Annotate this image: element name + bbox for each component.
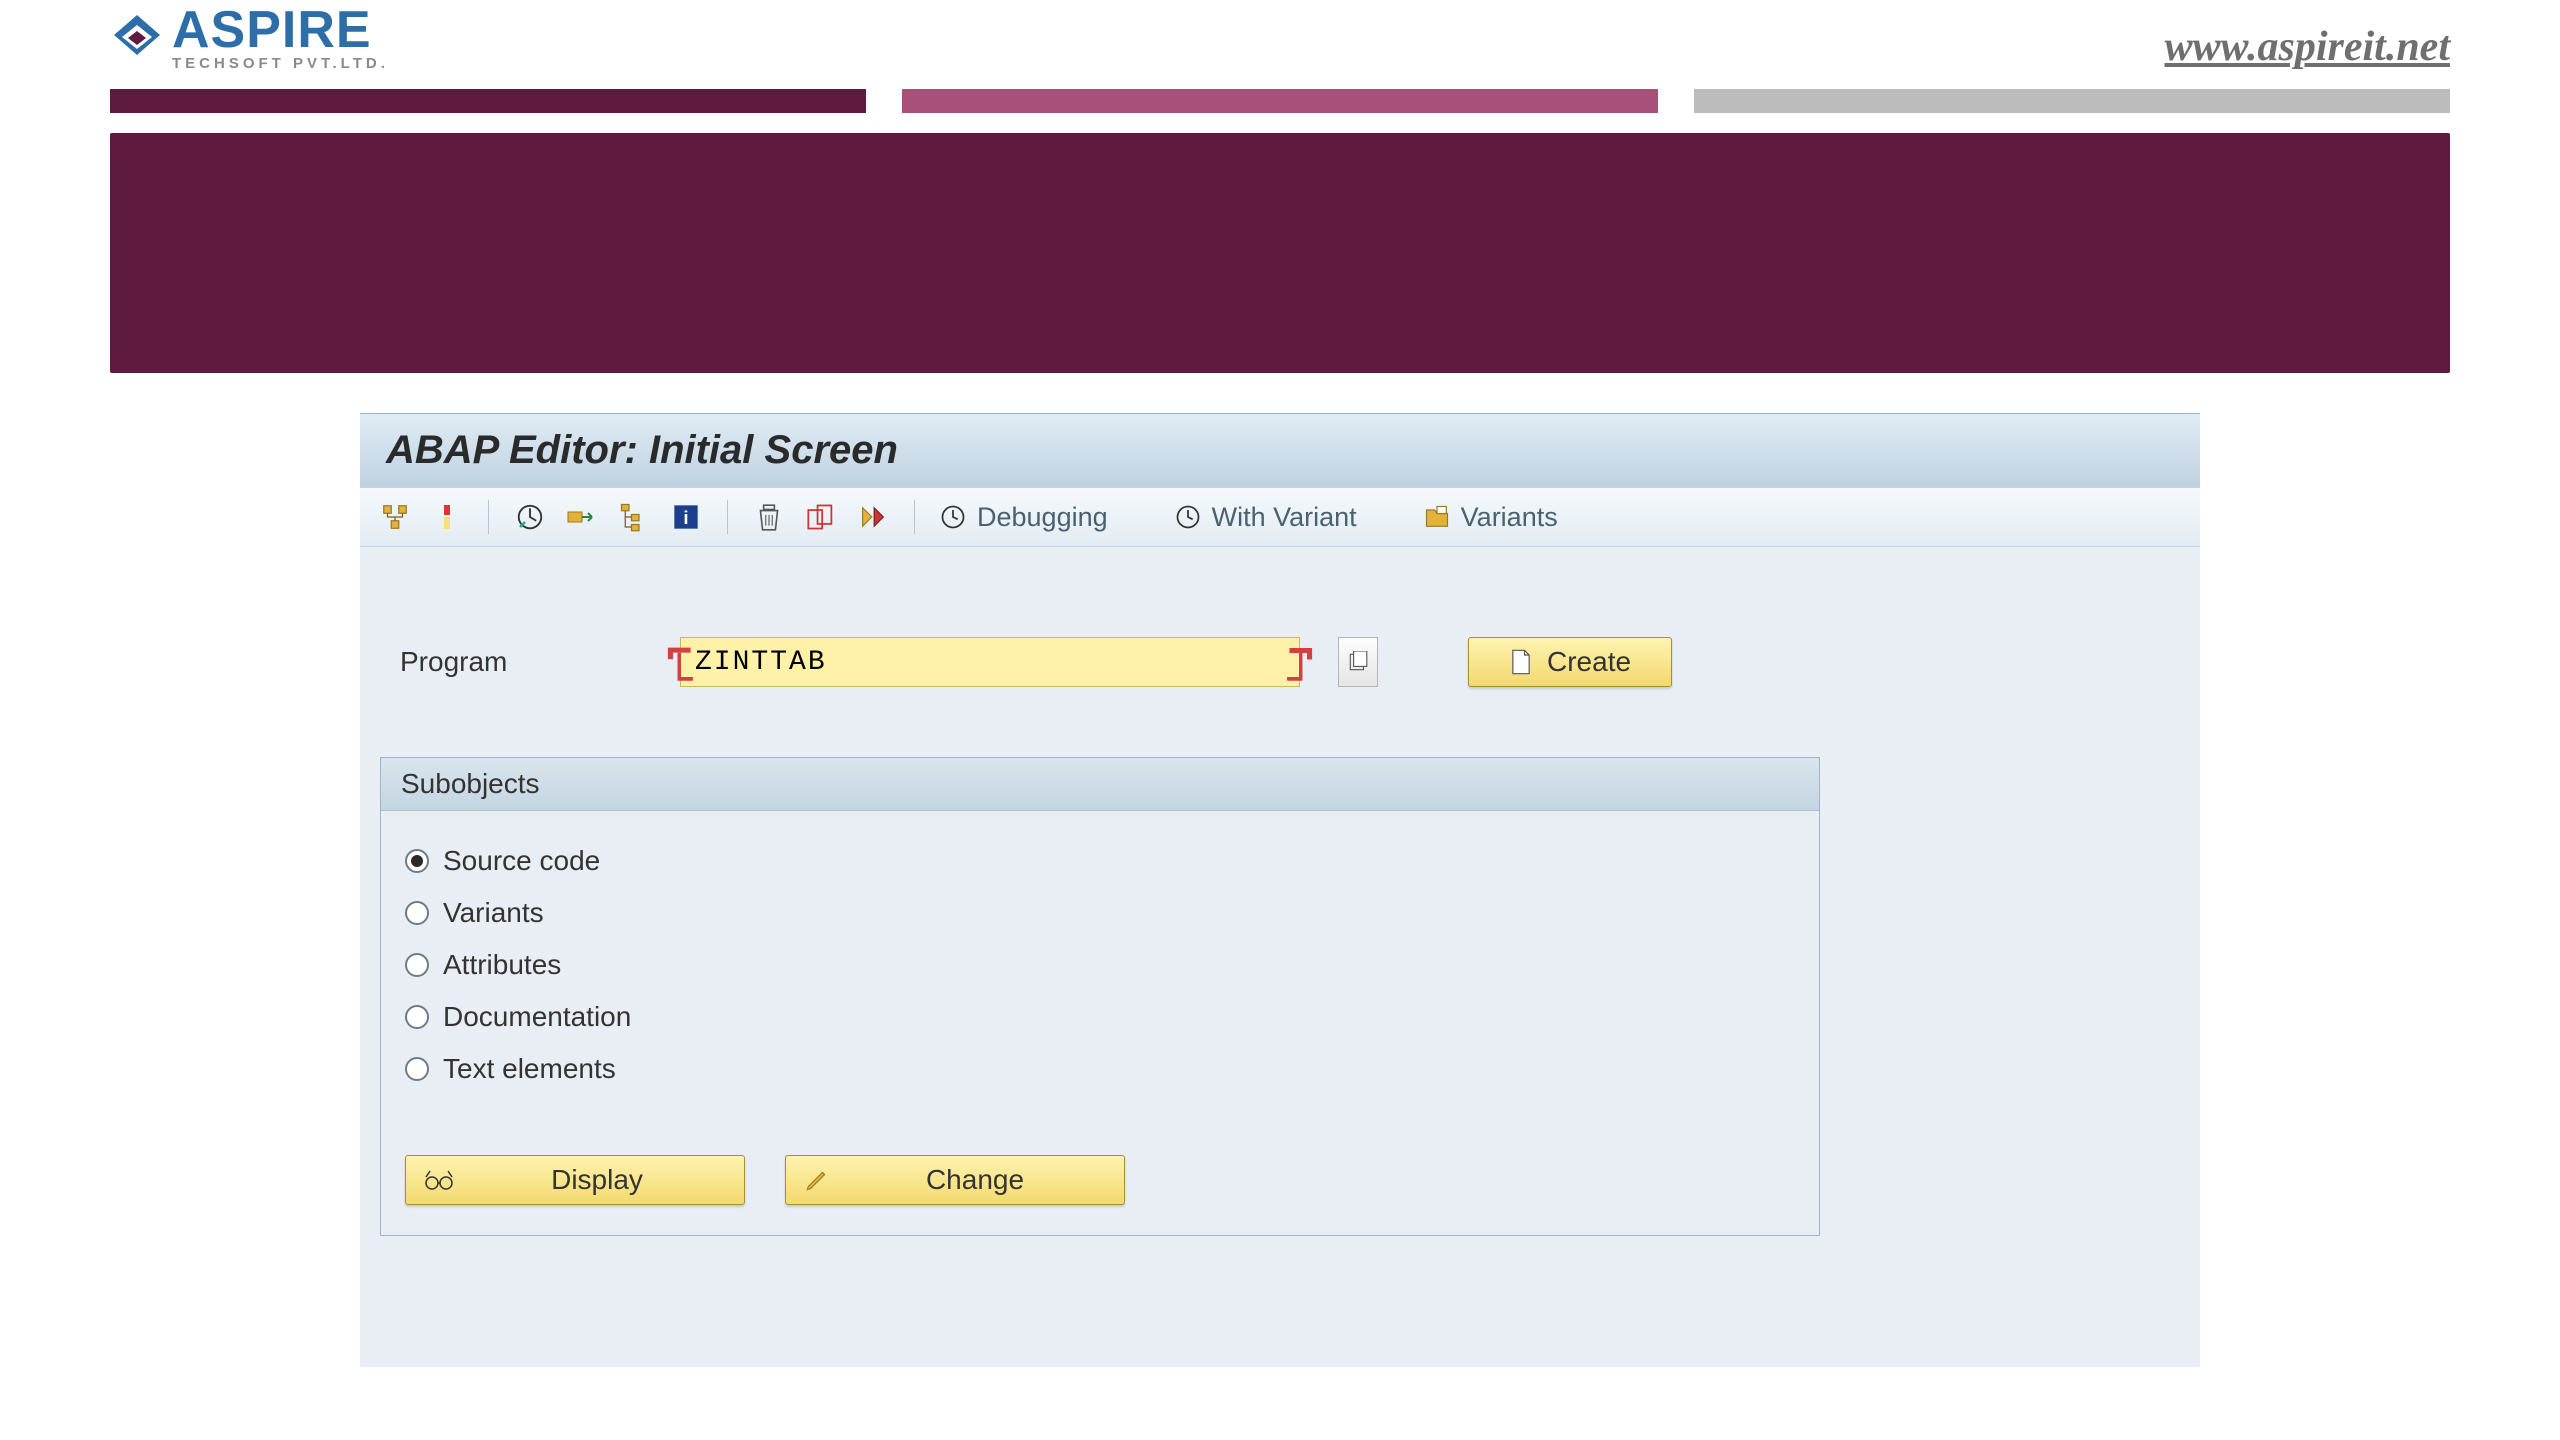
pencil-icon — [804, 1167, 830, 1193]
sap-window: ABAP Editor: Initial Screen i — [360, 413, 2200, 1367]
clock-icon — [1174, 503, 1202, 531]
create-label: Create — [1547, 646, 1631, 678]
variants-label: Variants — [1461, 502, 1558, 533]
program-label: Program — [400, 646, 650, 678]
value-help-button[interactable] — [1338, 637, 1378, 687]
svg-text:i: i — [683, 507, 688, 528]
radio-label: Documentation — [443, 1001, 631, 1033]
radio-variants[interactable]: Variants — [405, 887, 1795, 939]
radio-icon — [405, 1057, 429, 1081]
debugging-label: Debugging — [977, 502, 1108, 533]
transport-icon[interactable] — [565, 500, 599, 534]
radio-icon — [405, 953, 429, 977]
radio-icon — [405, 1005, 429, 1029]
create-button[interactable]: Create — [1468, 637, 1672, 687]
required-bracket-icon: ┘ — [1288, 654, 1315, 705]
display-label: Display — [468, 1164, 726, 1196]
delete-icon[interactable] — [752, 500, 786, 534]
logo-text: ASPIRE — [172, 4, 389, 56]
window-title: ABAP Editor: Initial Screen — [360, 413, 2200, 487]
hierarchy-icon[interactable] — [617, 500, 651, 534]
toolbar: i Debugging With Variant Variants — [360, 487, 2200, 547]
with-variant-label: With Variant — [1212, 502, 1357, 533]
info-icon[interactable]: i — [669, 500, 703, 534]
radio-icon — [405, 849, 429, 873]
marker-icon[interactable] — [430, 500, 464, 534]
aspire-logo: ASPIRE TECHSOFT PVT.LTD. — [110, 4, 389, 71]
debugging-button[interactable]: Debugging — [939, 502, 1108, 533]
logo-mark-icon — [110, 11, 164, 65]
radio-icon — [405, 901, 429, 925]
radio-documentation[interactable]: Documentation — [405, 991, 1795, 1043]
slide-url: www.aspireit.net — [2165, 23, 2451, 71]
copy-icon[interactable] — [804, 500, 838, 534]
radio-text-elements[interactable]: Text elements — [405, 1043, 1795, 1095]
program-row: Program ⌐ └ ¬ ┘ Create — [380, 637, 2180, 687]
change-label: Change — [844, 1164, 1106, 1196]
program-input[interactable] — [680, 637, 1300, 687]
document-icon — [1509, 648, 1533, 676]
variants-button[interactable]: Variants — [1423, 502, 1558, 533]
glasses-icon — [424, 1169, 454, 1191]
radio-source-code[interactable]: Source code — [405, 835, 1795, 887]
value-help-icon — [1347, 651, 1369, 673]
display-button[interactable]: Display — [405, 1155, 745, 1205]
radio-attributes[interactable]: Attributes — [405, 939, 1795, 991]
slide-header: ASPIRE TECHSOFT PVT.LTD. www.aspireit.ne… — [0, 0, 2560, 113]
required-bracket-icon: └ — [666, 654, 693, 705]
radio-label: Text elements — [443, 1053, 616, 1085]
with-variant-button[interactable]: With Variant — [1174, 502, 1357, 533]
clock-icon — [939, 503, 967, 531]
folder-variant-icon — [1423, 503, 1451, 531]
logo-subtext: TECHSOFT PVT.LTD. — [172, 56, 389, 71]
subobjects-title: Subobjects — [381, 758, 1819, 811]
execute-icon[interactable] — [513, 500, 547, 534]
test-icon[interactable] — [856, 500, 890, 534]
decor-bars — [110, 89, 2450, 113]
subobjects-panel: Subobjects Source code Variants Attribut… — [380, 757, 1820, 1236]
radio-label: Attributes — [443, 949, 561, 981]
radio-label: Variants — [443, 897, 544, 929]
radio-label: Source code — [443, 845, 600, 877]
where-used-icon[interactable] — [378, 500, 412, 534]
change-button[interactable]: Change — [785, 1155, 1125, 1205]
hero-band — [110, 133, 2450, 373]
